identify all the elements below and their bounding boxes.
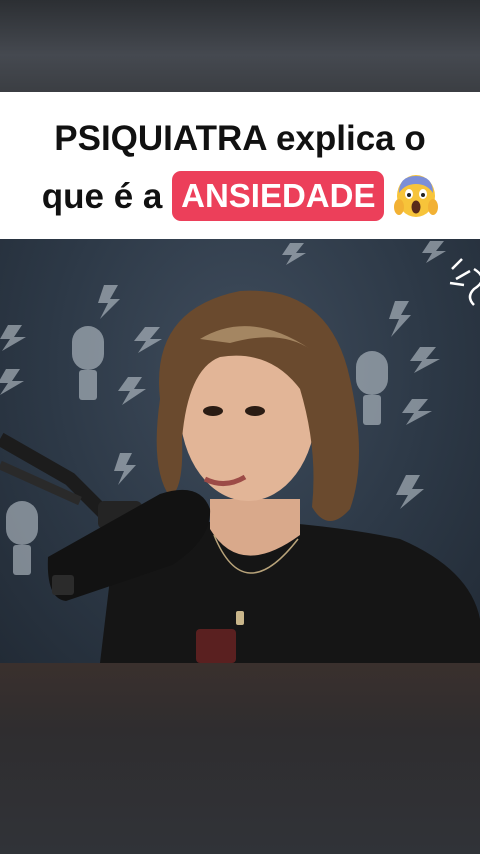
lightning-bolt-icon (134, 327, 162, 353)
top-blurred-area (0, 0, 480, 92)
lightning-bolt-icon (410, 347, 440, 373)
lightning-bolt-icon (389, 301, 411, 337)
speaker-person (100, 290, 480, 663)
sparkle-icon (449, 258, 480, 306)
microphone-icon (356, 351, 388, 425)
lightning-bolt-icon (396, 475, 424, 509)
lightning-bolt-icon (402, 399, 432, 425)
face-screaming-in-fear-icon (394, 173, 439, 219)
lightning-bolt-icon (114, 453, 136, 485)
caption-line-1: PSIQUIATRA explica o (54, 119, 426, 158)
lightning-bolt-icon (0, 369, 24, 395)
lightning-bolt-icon (422, 241, 446, 263)
caption-banner: PSIQUIATRA explica o que é a ANSIEDADE (0, 92, 480, 239)
lightning-bolt-icon (118, 377, 146, 405)
microphone-icon (6, 501, 38, 575)
caption-line-2-text: que é a (41, 177, 163, 216)
lightning-bolt-icon (98, 285, 120, 319)
highlight-badge: ANSIEDADE (172, 170, 385, 221)
caption-line-2: que é a ANSIEDADE (0, 170, 480, 221)
bottom-blurred-area (0, 663, 480, 854)
lightning-bolt-icon (282, 243, 306, 265)
lightning-bolt-icon (0, 325, 26, 351)
microphone-icon (72, 326, 104, 400)
video-frame[interactable] (0, 239, 480, 663)
mug (196, 629, 236, 663)
